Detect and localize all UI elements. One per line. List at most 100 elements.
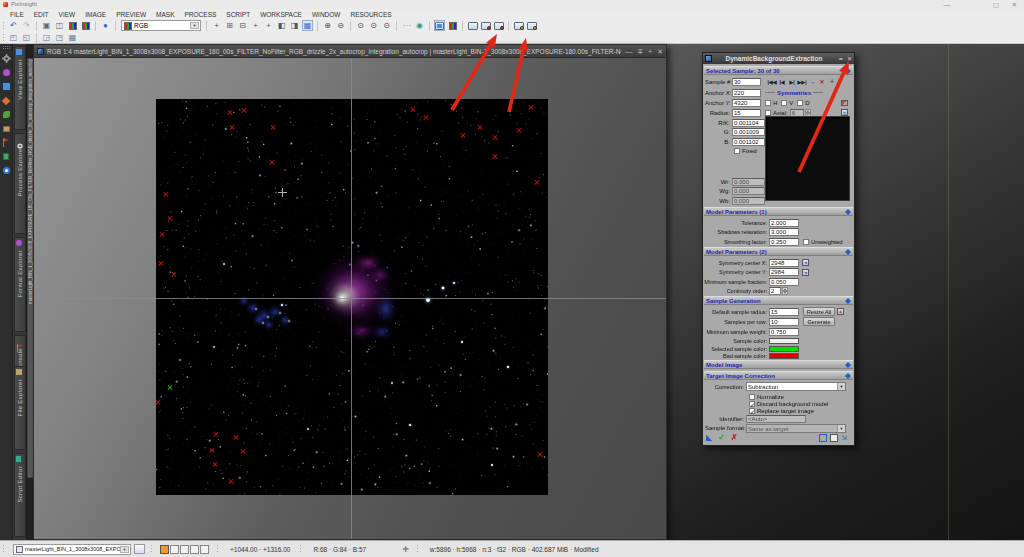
- expand-icon[interactable]: ⊞: [224, 20, 235, 31]
- new-preview-mode-icon[interactable]: [480, 20, 491, 31]
- anchor-y-field[interactable]: 4320: [732, 99, 761, 107]
- min-sample-fraction-field[interactable]: 0.050: [769, 278, 799, 286]
- tab-file-explorer[interactable]: File Explorer: [14, 366, 26, 450]
- resize-all-button[interactable]: Resize All: [803, 307, 835, 316]
- tolerance-field[interactable]: 2.000: [769, 219, 799, 227]
- zoom-window-icon[interactable]: ⊙: [381, 20, 392, 31]
- thumbnail-button[interactable]: [134, 544, 145, 554]
- toolbar-grip[interactable]: [2, 33, 5, 43]
- bad-sample-marker[interactable]: [213, 432, 219, 438]
- zoom-11-icon[interactable]: ⊙: [355, 20, 366, 31]
- more-icon[interactable]: ⋯: [401, 20, 412, 31]
- bad-sample-color-swatch[interactable]: [769, 353, 799, 359]
- process-icon[interactable]: [2, 96, 11, 105]
- layout-2-icon[interactable]: ◳: [54, 32, 65, 43]
- g-field[interactable]: 0.001009: [732, 128, 765, 136]
- invert-icon[interactable]: ◨: [289, 20, 300, 31]
- view-selector-combo[interactable]: masterLight_BIN_1_3008x3008_EXPOS ▼: [13, 544, 131, 555]
- gear-icon[interactable]: [2, 54, 11, 63]
- cascade-windows-icon[interactable]: ◱: [21, 32, 32, 43]
- bad-sample-marker[interactable]: [450, 104, 456, 110]
- section-selected-sample[interactable]: Selected Sample: 30 of 30: [704, 66, 853, 75]
- view-icon[interactable]: [2, 82, 11, 91]
- unweighted-checkbox[interactable]: [803, 239, 809, 245]
- browse-doc-icon[interactable]: [819, 434, 827, 442]
- menu-resources[interactable]: RESOURCES: [350, 11, 391, 18]
- bad-sample-marker[interactable]: [158, 261, 164, 267]
- bad-sample-marker[interactable]: [240, 449, 246, 455]
- cancel-icon[interactable]: ✗: [731, 433, 738, 442]
- resize-tool-button[interactable]: ◆: [837, 308, 844, 315]
- image-window-titlebar[interactable]: RGB 1:4 masterLight_BIN_1_3008x3008_EXPO…: [33, 44, 667, 58]
- sample-format-dropdown[interactable]: Same as target▼: [746, 424, 846, 433]
- bad-sample-marker[interactable]: [270, 125, 276, 131]
- identifier-field[interactable]: <Auto>: [746, 415, 806, 423]
- mask-icon[interactable]: ◉: [414, 20, 425, 31]
- menu-file[interactable]: FILE: [10, 11, 24, 18]
- tab-process-explorer[interactable]: Process Explorer: [14, 133, 26, 233]
- clear-symmetries-button[interactable]: [841, 98, 848, 107]
- bad-sample-marker[interactable]: [163, 192, 169, 198]
- section-model-image[interactable]: Model Image: [704, 360, 853, 369]
- first-sample-button[interactable]: |◀◀: [767, 79, 777, 85]
- samples-per-row-field[interactable]: 10: [769, 318, 799, 326]
- last-sample-button[interactable]: ▶▶|: [797, 79, 807, 85]
- bad-sample-marker[interactable]: [410, 107, 416, 113]
- move-sample-button[interactable]: +: [827, 78, 837, 85]
- swatch-active[interactable]: [160, 545, 169, 554]
- imgwin-minimize-button[interactable]: —: [625, 48, 632, 55]
- tab-format-explorer[interactable]: Format Explorer: [14, 237, 26, 332]
- bad-sample-marker[interactable]: [528, 105, 534, 111]
- file-icon[interactable]: [2, 124, 11, 133]
- zoom-fit-icon[interactable]: ⊙: [368, 20, 379, 31]
- section-target-image-correction[interactable]: Target Image Correction: [704, 371, 853, 380]
- dynamic-ops-icon[interactable]: [513, 20, 524, 31]
- invert-half-icon[interactable]: ◧: [276, 20, 287, 31]
- replace-checkbox[interactable]: [749, 408, 755, 414]
- readout-mode-icon[interactable]: [434, 20, 445, 31]
- app-minimize-button[interactable]: —: [944, 1, 951, 8]
- undo-icon[interactable]: ↶: [8, 20, 19, 31]
- bad-sample-marker[interactable]: [492, 154, 498, 160]
- pan-mode-icon[interactable]: +: [211, 20, 222, 31]
- zoom-out-icon[interactable]: ⊖: [335, 20, 346, 31]
- symmetry-v-checkbox[interactable]: [781, 100, 787, 106]
- bad-sample-marker[interactable]: [209, 448, 215, 454]
- image-mode-icon[interactable]: [447, 20, 458, 31]
- console-icon[interactable]: [2, 138, 11, 147]
- symmetry-h-checkbox[interactable]: [765, 100, 771, 106]
- continuity-order-field[interactable]: 2: [769, 287, 781, 295]
- imgwin-maximize-button[interactable]: +: [648, 48, 652, 55]
- default-sample-radius-field[interactable]: 15: [769, 308, 799, 316]
- select-icon[interactable]: +: [263, 20, 274, 31]
- doc-icon[interactable]: [830, 434, 838, 442]
- b-field[interactable]: 0.001102: [732, 138, 765, 146]
- center-icon[interactable]: +: [250, 20, 261, 31]
- symmetry-center-y-field[interactable]: 2984: [769, 268, 799, 276]
- menu-window[interactable]: WINDOW: [312, 11, 341, 18]
- sample-number-field[interactable]: 30: [732, 78, 761, 86]
- menu-view[interactable]: VIEW: [59, 11, 76, 18]
- bad-sample-marker[interactable]: [269, 160, 275, 166]
- zoom-in-icon[interactable]: ⊕: [322, 20, 333, 31]
- dbe-shade-button[interactable]: ≖: [838, 56, 843, 62]
- icc-profile-icon[interactable]: [80, 20, 91, 31]
- menu-preview[interactable]: PREVIEW: [116, 11, 146, 18]
- edit-preview-mode-icon[interactable]: [493, 20, 504, 31]
- bad-sample-marker[interactable]: [460, 133, 466, 139]
- target-icon[interactable]: [2, 166, 11, 175]
- shadows-field[interactable]: 3.000: [769, 228, 799, 236]
- spin-down[interactable]: ▼: [782, 291, 788, 295]
- app-maximize-button[interactable]: ▢: [993, 1, 999, 8]
- bad-sample-marker[interactable]: [241, 108, 247, 114]
- min-sample-weight-field[interactable]: 0.750: [769, 328, 799, 336]
- symmetry-d-checkbox[interactable]: [797, 100, 803, 106]
- anchor-x-field[interactable]: 220: [732, 89, 761, 97]
- pick-y-button[interactable]: ◄: [802, 269, 809, 276]
- section-sample-generation[interactable]: Sample Generation: [704, 296, 853, 305]
- bad-sample-marker[interactable]: [477, 125, 483, 131]
- tab-script-editor[interactable]: Script Editor: [14, 453, 26, 537]
- menu-edit[interactable]: EDIT: [34, 11, 49, 18]
- menu-process[interactable]: PROCESS: [185, 11, 217, 18]
- good-sample-marker[interactable]: [167, 385, 173, 391]
